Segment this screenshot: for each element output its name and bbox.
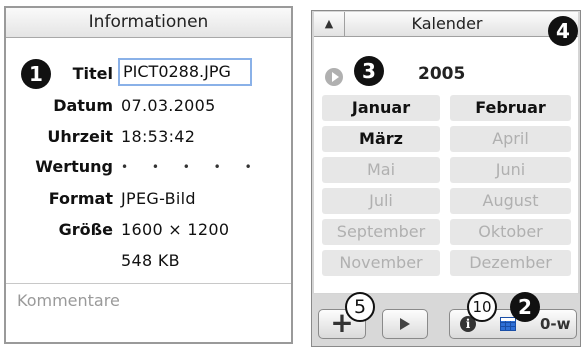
calendar-body: 2005 Januar Februar März April Mai Juni … [314,37,578,293]
month-mai[interactable]: Mai [322,157,440,183]
title-field[interactable]: PICT0288.JPG [118,58,252,86]
callout-4: 4 [548,16,578,46]
keywords-view-button[interactable]: 0-w [540,310,571,339]
month-november[interactable]: November [322,250,440,276]
calendar-icon [500,317,516,331]
date-label: Datum [53,96,113,115]
filesize-value: 548 KB [121,251,180,270]
info-panel-title: Informationen [6,8,291,38]
info-row-rating: Wertung • • • • • [6,153,291,181]
size-label: Größe [58,220,113,239]
info-panel: Informationen Titel PICT0288.JPG Datum 0… [4,6,293,344]
month-august[interactable]: August [450,188,571,214]
info-row-date: Datum 07.03.2005 [6,92,291,120]
info-row-filesize: 548 KB [6,247,291,275]
triangle-up-icon: ▲ [324,17,334,30]
callout-3: 3 [354,56,384,86]
divider [6,283,291,284]
month-februar[interactable]: Februar [450,95,571,121]
month-dezember[interactable]: Dezember [450,250,571,276]
time-value: 18:53:42 [121,127,196,146]
info-row-size: Größe 1600 × 1200 [6,216,291,244]
info-row-format: Format JPEG-Bild [6,185,291,213]
calendar-header: ▲ Kalender [314,12,578,37]
month-oktober[interactable]: Oktober [450,219,571,245]
play-circle-icon[interactable] [325,68,343,86]
month-april[interactable]: April [450,126,571,152]
date-value: 07.03.2005 [121,96,216,115]
calendar-title: Kalender [411,14,483,33]
rating-label: Wertung [35,157,113,176]
comments-field[interactable]: Kommentare [17,291,120,310]
time-label: Uhrzeit [47,127,113,146]
callout-1: 1 [21,59,51,89]
format-label: Format [48,189,113,208]
callout-5: 5 [345,292,375,322]
rating-dots[interactable]: • • • • • [121,153,262,181]
title-label: Titel [72,64,113,83]
year-label: 2005 [418,64,466,84]
callout-10: 10 [467,292,497,322]
slideshow-button[interactable] [382,309,428,339]
play-icon [400,318,410,330]
month-september[interactable]: September [322,219,440,245]
month-juli[interactable]: Juli [322,188,440,214]
info-row-time: Uhrzeit 18:53:42 [6,123,291,151]
month-januar[interactable]: Januar [322,95,440,121]
key-icon: 0-w [540,315,571,333]
format-value: JPEG-Bild [121,189,196,208]
collapse-button[interactable]: ▲ [314,12,345,36]
callout-2: 2 [510,292,540,322]
month-juni[interactable]: Juni [450,157,571,183]
month-maerz[interactable]: März [322,126,440,152]
dimensions-value: 1600 × 1200 [121,220,230,239]
